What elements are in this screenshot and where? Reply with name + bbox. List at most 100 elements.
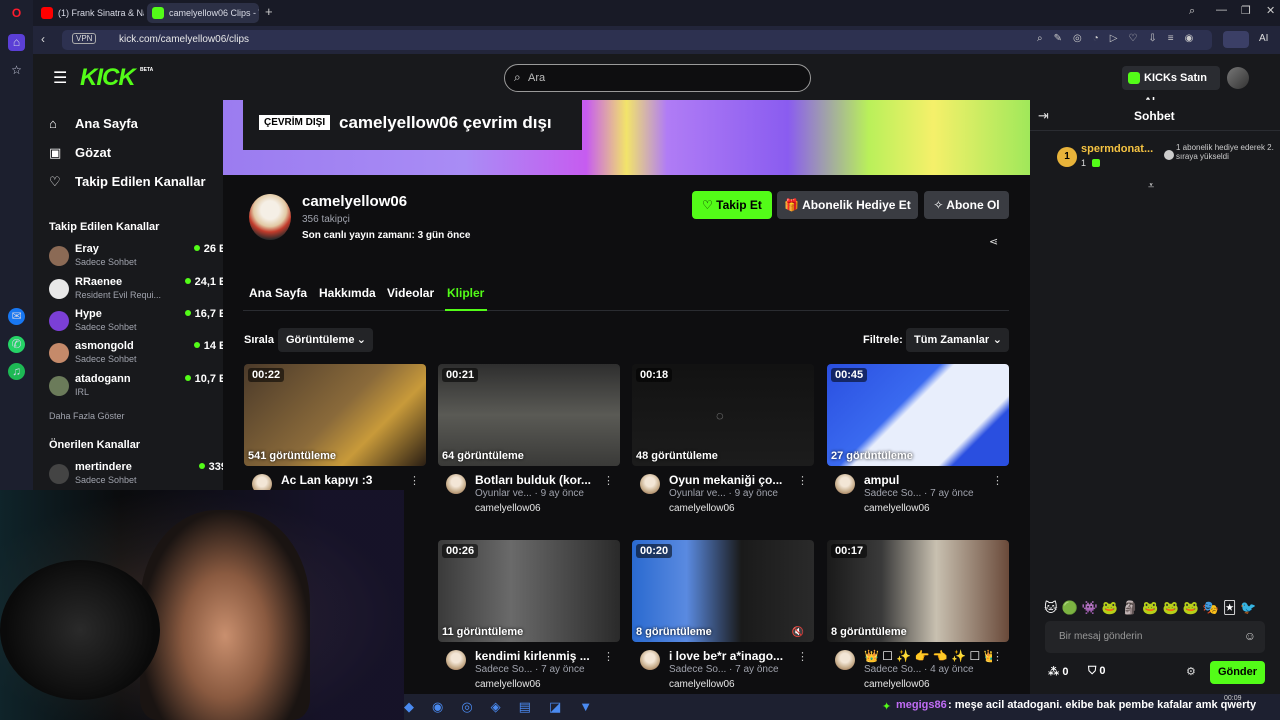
clip-channel-avatar[interactable] [835,474,855,494]
clip-title[interactable]: Ac Lan kapıyı :3 [281,473,409,487]
menu-icon[interactable]: ☰ [53,68,67,88]
send-button[interactable]: Gönder [1210,661,1265,684]
gift-box-icon: ⛉ [1088,665,1100,677]
show-more-link[interactable]: Daha Fazla Göster [49,411,125,421]
minimize-icon[interactable]: — [1216,4,1227,16]
avatar[interactable] [1227,67,1249,89]
clip-thumbnail[interactable]: 00:22 541 görüntüleme [244,364,426,466]
clip-channel-name[interactable]: camelyellow06 [669,679,735,690]
time-filter-dropdown[interactable]: Tüm Zamanlar ⌄ [906,328,1009,352]
more-options-icon[interactable]: ⋮ [797,650,808,663]
url-field[interactable]: VPN kick.com/camelyellow06/clips ⌕✎◎◔▷♡⇩… [62,30,1212,50]
clip-card[interactable]: 00:26 11 görüntüleme kendimi kirlenmiş .… [438,540,620,690]
sparkle-icon: ✧ [933,198,947,212]
sidebar-channel-eray[interactable]: Eray Sadece Sohbet 26 B [49,243,245,273]
gifts-display[interactable]: ⛉ 0 [1088,665,1105,678]
sidebar-channel-mertindere[interactable]: mertindere Sadece Sohbet 339 [49,461,245,491]
browser-tab-active[interactable]: camelyellow06 Clips - W [147,3,259,23]
clip-card[interactable]: 00:18 ◌ 48 görüntüleme Oyun mekaniği ço.… [632,364,814,514]
clip-channel-avatar[interactable] [640,474,660,494]
emoji-icon[interactable]: ☺ [1244,629,1256,643]
clip-title[interactable]: Oyun mekaniği ço... [669,473,797,487]
kicks-buy-button[interactable]: KICKs Satın Al [1122,66,1220,108]
more-options-icon[interactable]: ⋮ [603,474,614,487]
clip-card[interactable]: 00:21 64 görüntüleme Botları bulduk (kor… [438,364,620,514]
clip-card[interactable]: 00:20 🔇 8 görüntüleme i love be*r a*inag… [632,540,814,690]
expand-icon[interactable]: ⩡ [1148,180,1154,193]
home-icon[interactable]: ⌂ [8,34,25,51]
loading-spinner-icon: ◌ [716,408,724,423]
maximize-icon[interactable]: ❐ [1241,4,1251,17]
sort-dropdown[interactable]: Görüntüleme ⌄ [278,328,373,352]
clip-title[interactable]: Botları bulduk (kor... [475,473,603,487]
wallet-icon[interactable] [1223,31,1249,48]
clip-channel-avatar[interactable] [640,650,660,670]
sidebar-channel-asmongold[interactable]: asmongold Sadece Sohbet 14 B [49,340,245,370]
messenger-icon[interactable]: ✉ [8,308,25,325]
clip-card[interactable]: 00:45 27 görüntüleme ampul Sadece So... … [827,364,1009,514]
chat-input[interactable]: Bir mesaj gönderin ☺ [1045,621,1265,653]
whatsapp-icon[interactable]: ✆ [8,336,25,353]
ai-button[interactable]: AI [1259,33,1268,44]
more-options-icon[interactable]: ⋮ [797,474,808,487]
clip-thumbnail[interactable]: 00:45 27 görüntüleme [827,364,1009,466]
sidebar-channel-rraenee[interactable]: RRaenee Resident Evil Requi... 24,1 B [49,276,245,306]
browser-tab[interactable]: (1) Frank Sinatra & Nat K [36,3,144,23]
settings-icon[interactable]: ⚙ [1186,665,1196,678]
vpn-badge[interactable]: VPN [72,33,97,44]
clip-channel-name[interactable]: camelyellow06 [475,503,541,514]
share-icon[interactable]: ⋖ [989,235,998,248]
search-tabs-icon[interactable]: ⌕ [1189,5,1195,18]
clip-channel-name[interactable]: camelyellow06 [669,503,735,514]
kick-logo[interactable]: KICK [80,64,136,92]
clip-channel-avatar[interactable] [446,474,466,494]
subscribe-button[interactable]: ✧ Abone Ol [924,191,1009,219]
nav-home[interactable]: ⌂ Ana Sayfa [49,116,138,131]
search-input[interactable]: ⌕ Ara [504,64,811,92]
star-icon[interactable]: ☆ [8,62,25,79]
more-options-icon[interactable]: ⋮ [992,474,1003,487]
clip-channel-avatar[interactable] [835,650,855,670]
clip-title[interactable]: kendimi kirlenmiş ... [475,649,603,663]
new-tab-button[interactable]: + [265,4,273,19]
sidebar-channel-hype[interactable]: Hype Sadece Sohbet 16,7 B [49,308,245,338]
more-options-icon[interactable]: ⋮ [603,650,614,663]
gifter-name[interactable]: spermdonat... [1081,143,1153,155]
sidebar-channel-atadogann[interactable]: atadogann IRL 10,7 B [49,373,245,403]
clip-thumbnail[interactable]: 00:18 ◌ 48 görüntüleme [632,364,814,466]
clip-channel-name[interactable]: camelyellow06 [864,679,930,690]
avatar [49,464,69,484]
clip-channel-name[interactable]: camelyellow06 [475,679,541,690]
clip-title[interactable]: i love be*r a*inago... [669,649,797,663]
clip-title[interactable]: ampul [864,473,992,487]
nav-browse[interactable]: ▣ Gözat [49,145,111,161]
tab-videos[interactable]: Videolar [387,286,434,300]
clip-title[interactable]: 👑 ☐ ✨ 👉 👈 ✨ ☐ 👑 [864,649,992,663]
tab-home[interactable]: Ana Sayfa [249,286,307,300]
opera-logo-icon[interactable]: O [8,5,25,22]
clip-card[interactable]: 00:17 8 görüntüleme 👑 ☐ ✨ 👉 👈 ✨ ☐ 👑 Sade… [827,540,1009,690]
more-options-icon[interactable]: ⋮ [992,650,1003,663]
clip-channel-avatar[interactable] [446,650,466,670]
clip-thumbnail[interactable]: 00:17 8 görüntüleme [827,540,1009,642]
spotify-icon[interactable]: ♫ [8,363,25,380]
address-actions-icons[interactable]: ⌕✎◎◔▷♡⇩≡◉ [1037,33,1204,44]
back-icon[interactable]: ‹ [41,32,45,46]
close-icon[interactable]: ✕ [1266,4,1275,17]
points-display[interactable]: ⁂ 0 [1048,665,1068,678]
clip-thumbnail[interactable]: 00:20 🔇 8 görüntüleme [632,540,814,642]
gift-subscription-button[interactable]: 🎁 Abonelik Hediye Et [777,191,918,219]
clip-thumbnail[interactable]: 00:26 11 görüntüleme [438,540,620,642]
nav-following[interactable]: ♡ Takip Edilen Kanallar [49,174,206,190]
taskbar-apps-icons[interactable]: ◆◉◎◈▤◪▼ [404,699,610,715]
search-icon: ⌕ [514,70,521,84]
more-options-icon[interactable]: ⋮ [409,474,420,487]
collapse-chat-icon[interactable]: ⇥ [1038,108,1049,124]
emote-bar[interactable]: 🐱🟢👾🐸🗿🐸🐸🐸🎭🃏🐦 [1044,600,1261,616]
tab-about[interactable]: Hakkımda [319,286,376,300]
clip-thumbnail[interactable]: 00:21 64 görüntüleme [438,364,620,466]
channel-avatar[interactable] [249,194,291,240]
follow-button[interactable]: ♡ Takip Et [692,191,772,219]
tab-clips[interactable]: Klipler [447,286,484,300]
clip-channel-name[interactable]: camelyellow06 [864,503,930,514]
